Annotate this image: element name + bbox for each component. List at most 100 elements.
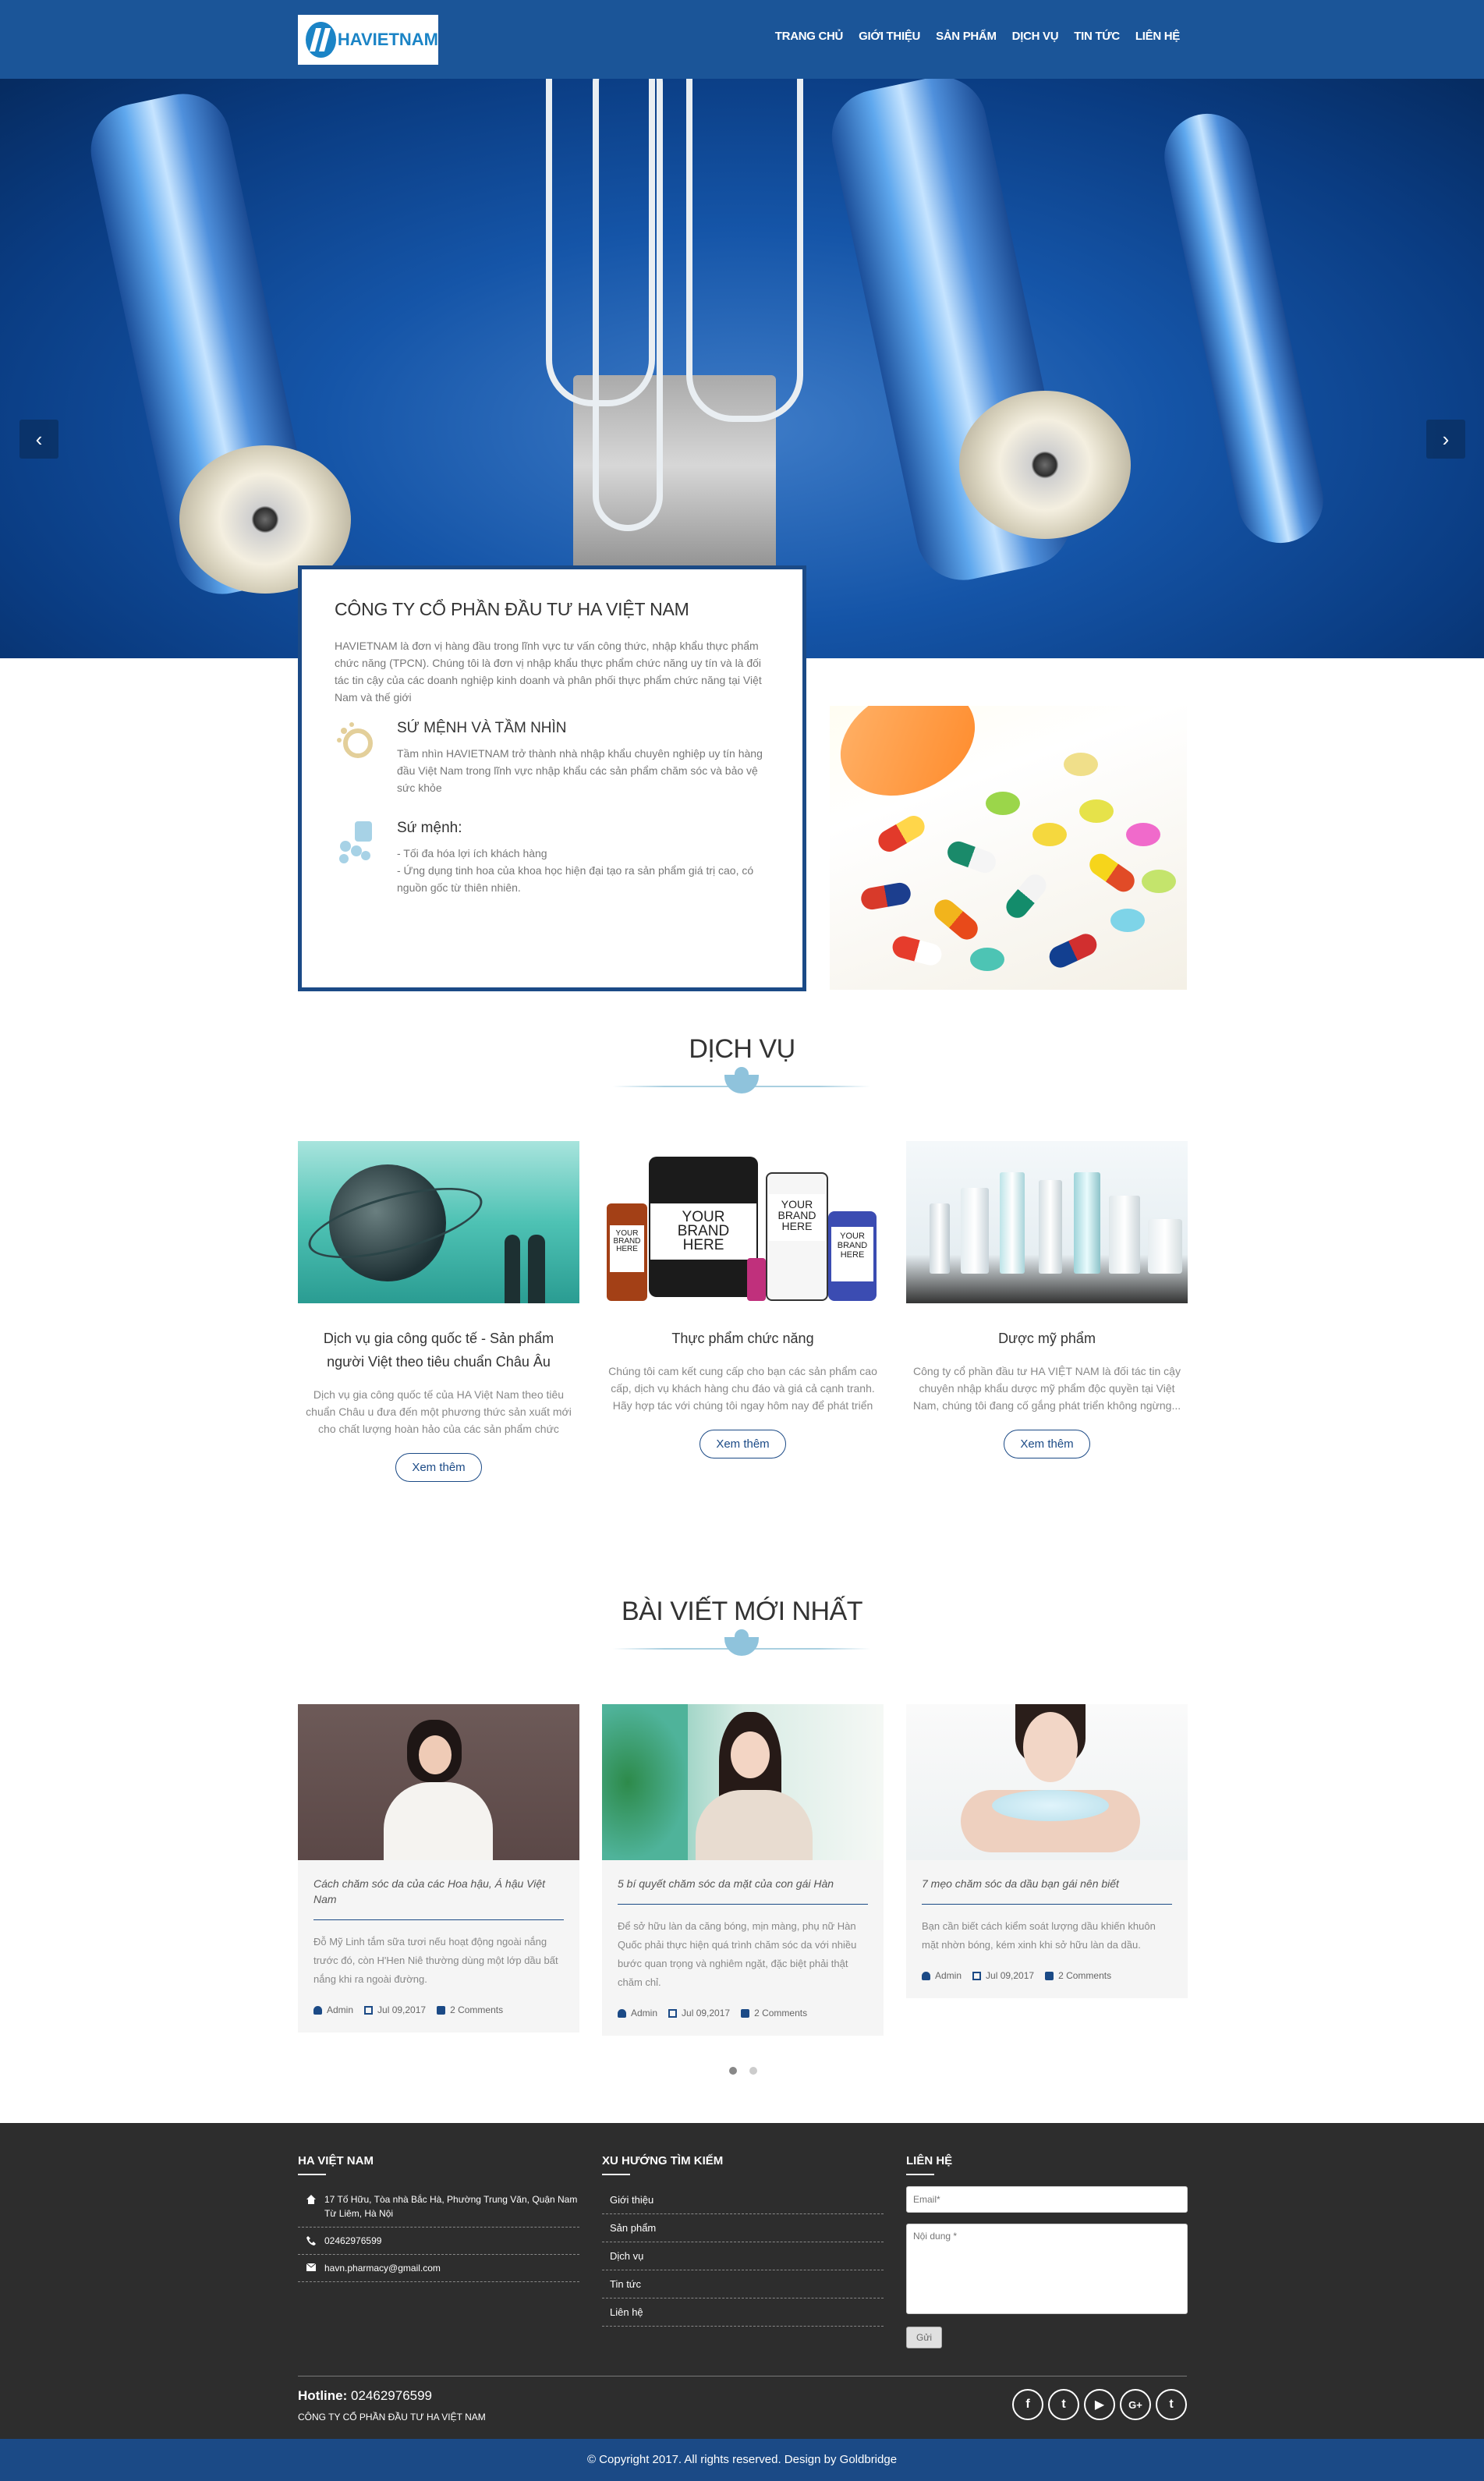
contact-message-textarea[interactable] bbox=[906, 2224, 1188, 2314]
figure-face bbox=[731, 1731, 770, 1778]
post-title[interactable]: 7 mẹo chăm sóc da dầu bạn gái nên biết bbox=[922, 1876, 1172, 1905]
footer-col-title: HA VIỆT NAM bbox=[298, 2154, 579, 2175]
footer-link[interactable]: Liên hệ bbox=[602, 2298, 884, 2327]
cosmetic-bottle bbox=[961, 1188, 989, 1274]
user-icon bbox=[313, 2005, 322, 2015]
pills-image bbox=[830, 706, 1187, 990]
site-logo[interactable]: HAVIETNAM bbox=[298, 15, 438, 65]
footer-phone: 02462976599 bbox=[298, 2228, 579, 2255]
carousel-dot[interactable] bbox=[749, 2067, 757, 2075]
hero-tube bbox=[686, 79, 803, 422]
cosmetic-bottle bbox=[1109, 1196, 1140, 1274]
nav-contact[interactable]: LIÊN HỆ bbox=[1135, 30, 1180, 43]
mail-icon bbox=[306, 2263, 316, 2271]
mortar-icon bbox=[724, 1629, 759, 1656]
bottle-label: YOUR BRAND HERE bbox=[610, 1225, 644, 1272]
footer-link[interactable]: Sản phẩm bbox=[602, 2214, 884, 2242]
nav-services[interactable]: DỊCH VỤ bbox=[1012, 30, 1059, 43]
silhouette bbox=[528, 1235, 545, 1303]
figure-face bbox=[419, 1735, 452, 1774]
facebook-icon[interactable]: f bbox=[1012, 2389, 1043, 2420]
footer-link[interactable]: Giới thiệu bbox=[602, 2186, 884, 2214]
hero-tube bbox=[593, 79, 663, 531]
softgel bbox=[1142, 870, 1176, 893]
read-more-button[interactable]: Xem thêm bbox=[395, 1453, 482, 1482]
carousel-dot[interactable] bbox=[729, 2067, 737, 2075]
slider-prev-button[interactable]: ‹ bbox=[19, 420, 58, 459]
figure-sweater bbox=[696, 1790, 813, 1860]
nav-about[interactable]: GIỚI THIỆU bbox=[859, 30, 920, 43]
mission-icon bbox=[335, 820, 380, 865]
footer-link[interactable]: Tin tức bbox=[602, 2270, 884, 2298]
hero-roller-cap-right bbox=[959, 391, 1131, 539]
nav-news[interactable]: TIN TỨC bbox=[1074, 30, 1120, 43]
service-card: Dược mỹ phẩm Công ty cổ phần đầu tư HA V… bbox=[906, 1141, 1188, 1458]
bottle bbox=[747, 1258, 766, 1301]
post-title[interactable]: 5 bí quyết chăm sóc da mặt của con gái H… bbox=[618, 1876, 868, 1905]
tumblr-icon[interactable]: t bbox=[1156, 2389, 1187, 2420]
blog-post-card: 5 bí quyết chăm sóc da mặt của con gái H… bbox=[602, 1704, 884, 2036]
youtube-icon[interactable]: ▶ bbox=[1084, 2389, 1115, 2420]
post-author[interactable]: Admin bbox=[327, 2004, 353, 2015]
nav-home[interactable]: TRANG CHỦ bbox=[775, 30, 844, 43]
post-image[interactable] bbox=[906, 1704, 1188, 1860]
mortar-icon bbox=[724, 1067, 759, 1093]
softgel bbox=[986, 792, 1020, 815]
service-image-globe[interactable] bbox=[298, 1141, 579, 1303]
nav-products[interactable]: SẢN PHẨM bbox=[936, 30, 997, 43]
footer-hotline: Hotline: 02462976599 bbox=[298, 2388, 433, 2403]
service-title[interactable]: Dược mỹ phẩm bbox=[912, 1327, 1181, 1350]
read-more-button[interactable]: Xem thêm bbox=[1004, 1430, 1090, 1458]
footer-contact-col: LIÊN HỆ Gửi bbox=[906, 2154, 1188, 2348]
home-icon bbox=[306, 2195, 316, 2204]
footer-link[interactable]: Dịch vụ bbox=[602, 2242, 884, 2270]
google-plus-icon[interactable]: G+ bbox=[1120, 2389, 1151, 2420]
blog-title: BÀI VIẾT MỚI NHẤT bbox=[621, 1597, 863, 1626]
post-image[interactable] bbox=[602, 1704, 884, 1860]
comment-icon bbox=[437, 2005, 446, 2015]
carousel-dots bbox=[729, 2067, 757, 2075]
jar-label: YOUR BRAND HERE bbox=[650, 1203, 756, 1260]
service-title[interactable]: Thực phẩm chức năng bbox=[608, 1327, 877, 1350]
contact-email-input[interactable] bbox=[906, 2186, 1188, 2213]
footer-links-col: XU HƯỚNG TÌM KIẾM Giới thiệu Sản phẩm Dị… bbox=[602, 2154, 884, 2327]
footer-company-col: HA VIỆT NAM 17 Tố Hữu, Tòa nhà Bắc Hà, P… bbox=[298, 2154, 579, 2282]
blog-post-card: 7 mẹo chăm sóc da dầu bạn gái nên biết B… bbox=[906, 1704, 1188, 1998]
blog-post-card: Cách chăm sóc da của các Hoa hậu, Á hậu … bbox=[298, 1704, 579, 2033]
calendar-icon bbox=[668, 2008, 678, 2018]
post-author[interactable]: Admin bbox=[631, 2008, 657, 2018]
vision-title: SỨ MỆNH VÀ TẦM NHÌN bbox=[397, 720, 567, 736]
footer-company-name: CÔNG TY CỔ PHẦN ĐẦU TƯ HA VIỆT NAM bbox=[298, 2412, 486, 2423]
post-image[interactable] bbox=[298, 1704, 579, 1860]
pill bbox=[874, 811, 929, 856]
post-comments[interactable]: 2 Comments bbox=[1058, 1970, 1111, 1981]
cosmetic-bottle bbox=[1074, 1172, 1100, 1274]
footer-address: 17 Tố Hữu, Tòa nhà Bắc Hà, Phường Trung … bbox=[298, 2186, 579, 2228]
post-author[interactable]: Admin bbox=[935, 1970, 962, 1981]
twitter-icon[interactable]: t bbox=[1048, 2389, 1079, 2420]
softgel bbox=[1079, 799, 1114, 823]
about-box: CÔNG TY CỔ PHẦN ĐẦU TƯ HA VIỆT NAM HAVIE… bbox=[298, 565, 806, 991]
hero-roller-far-right bbox=[1156, 105, 1332, 551]
mission-line-1: - Tối đa hóa lợi ích khách hàng bbox=[397, 847, 547, 859]
service-text: Công ty cổ phần đầu tư HA VIỆT NAM là đố… bbox=[912, 1365, 1181, 1412]
contact-send-button[interactable]: Gửi bbox=[906, 2327, 943, 2348]
service-image-supplements[interactable]: YOUR BRAND HERE YOUR BRAND HERE YOUR BRA… bbox=[602, 1141, 884, 1303]
logo-icon bbox=[306, 22, 336, 58]
slider-next-button[interactable]: › bbox=[1426, 420, 1465, 459]
post-comments[interactable]: 2 Comments bbox=[450, 2004, 503, 2015]
post-date: Jul 09,2017 bbox=[377, 2004, 427, 2015]
post-comments[interactable]: 2 Comments bbox=[754, 2008, 807, 2018]
service-title[interactable]: Dịch vụ gia công quốc tế - Sản phẩm ngườ… bbox=[304, 1327, 573, 1373]
service-image-cosmetics[interactable] bbox=[906, 1141, 1188, 1303]
site-footer: HA VIỆT NAM 17 Tố Hữu, Tòa nhà Bắc Hà, P… bbox=[0, 2123, 1484, 2439]
services-divider bbox=[613, 1067, 870, 1100]
water-splash bbox=[992, 1790, 1109, 1821]
bottle-label: YOUR BRAND HERE bbox=[769, 1194, 825, 1241]
plant-leaves bbox=[602, 1704, 688, 1860]
softgel bbox=[970, 948, 1004, 971]
service-card: YOUR BRAND HERE YOUR BRAND HERE YOUR BRA… bbox=[602, 1141, 884, 1458]
post-meta: Admin Jul 09,2017 2 Comments bbox=[618, 2008, 868, 2018]
read-more-button[interactable]: Xem thêm bbox=[699, 1430, 786, 1458]
post-title[interactable]: Cách chăm sóc da của các Hoa hậu, Á hậu … bbox=[313, 1876, 564, 1920]
